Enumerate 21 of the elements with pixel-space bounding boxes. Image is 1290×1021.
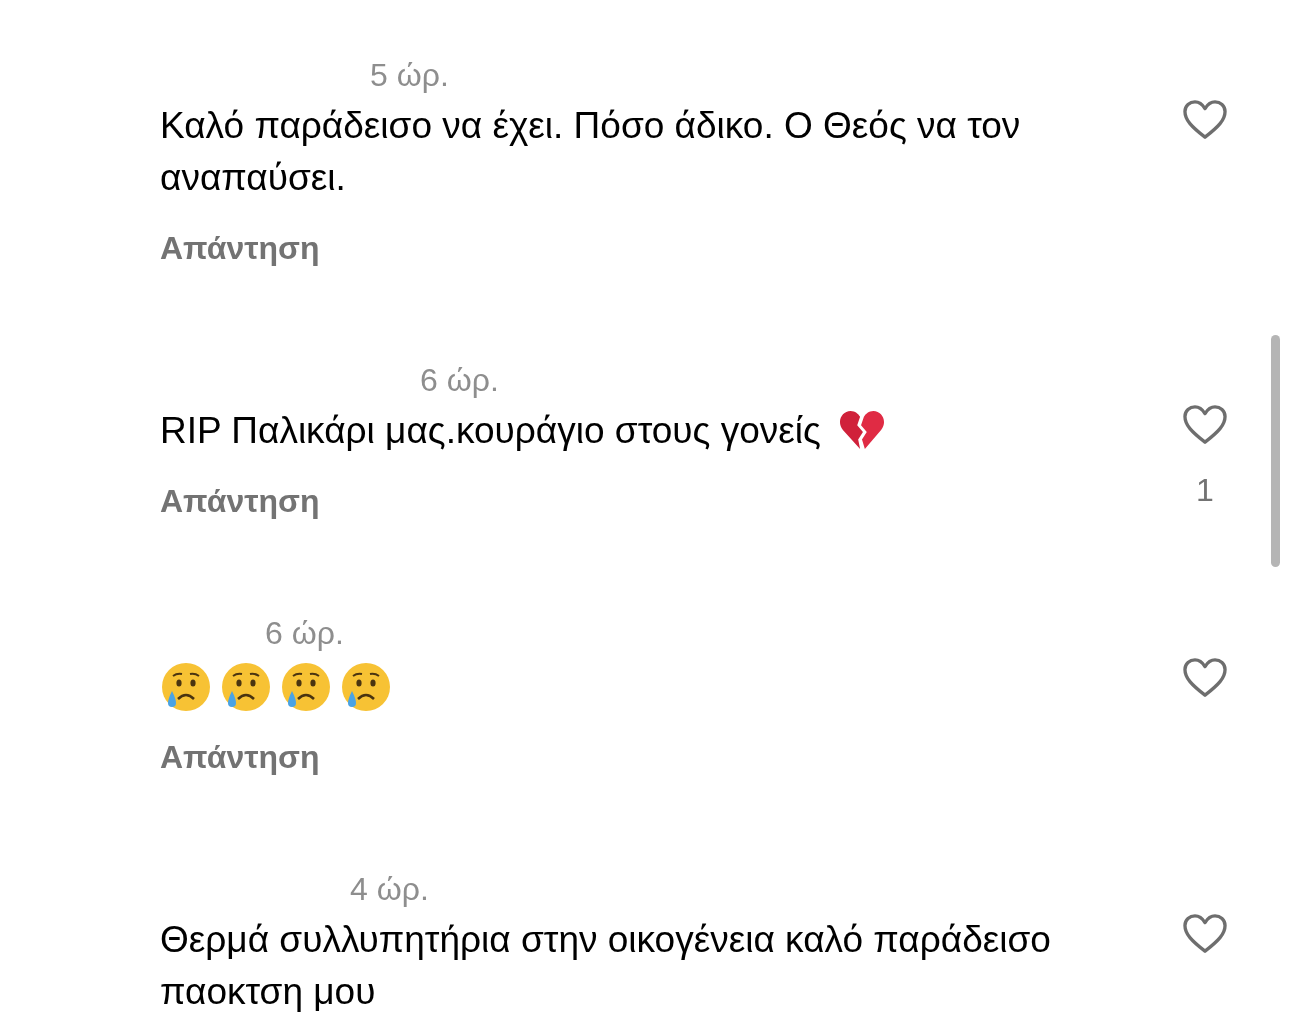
reply-button[interactable]: Απάντηση (160, 481, 320, 521)
comment-time: 6 ώρ. (265, 614, 344, 652)
comment-time: 4 ώρ. (350, 870, 429, 908)
comment-text: Θερμά συλλυπητήρια στην οικογένεια καλό παράδεισο παοκτση μου (160, 919, 1051, 1012)
broken-heart-icon (838, 409, 885, 451)
comment-time: 6 ώρ. (420, 361, 499, 399)
comment-text: Καλό παράδεισο να έχει. Πόσο άδικο. Ο Θεός να τον αναπαύσει. (160, 105, 1021, 198)
crying-face-icon (220, 661, 272, 713)
like-count: 1 (1196, 472, 1214, 509)
like-heart-icon[interactable] (1182, 913, 1228, 955)
scrollbar[interactable] (1271, 335, 1280, 567)
like-heart-icon[interactable] (1182, 99, 1228, 141)
comment-time: 5 ώρ. (370, 56, 449, 94)
comment-text: RIP Παλικάρι μας.κουράγιο στους γονείς (160, 410, 821, 451)
crying-face-icon (340, 661, 392, 713)
reply-button[interactable]: Απάντηση (160, 228, 320, 268)
like-heart-icon[interactable] (1182, 404, 1228, 446)
crying-face-icon (160, 661, 212, 713)
reply-button[interactable]: Απάντηση (160, 737, 320, 777)
crying-face-icon (280, 661, 332, 713)
like-heart-icon[interactable] (1182, 657, 1228, 699)
